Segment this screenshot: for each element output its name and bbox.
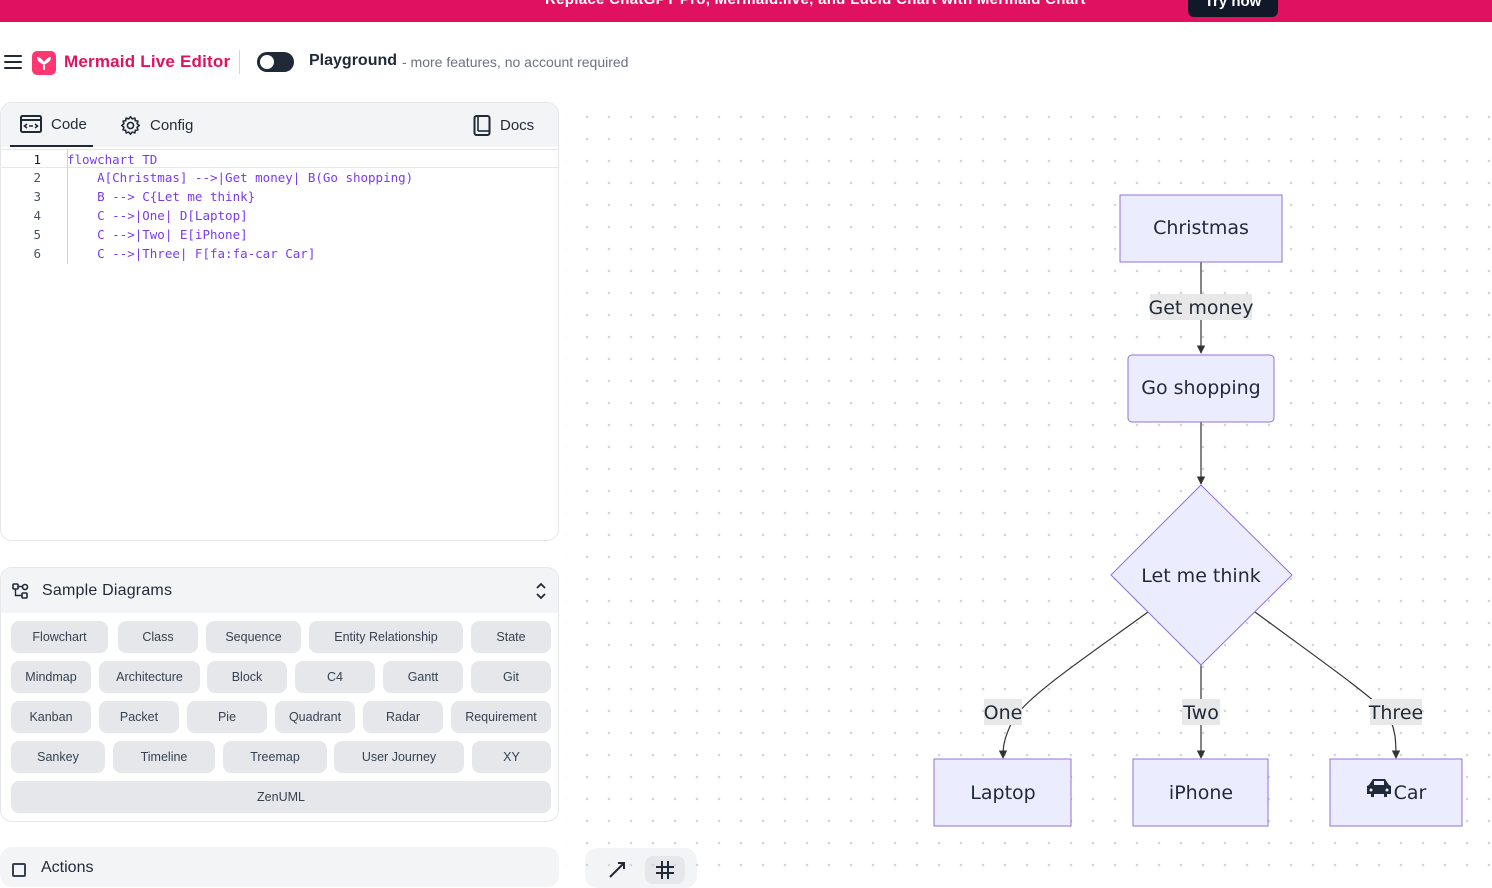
tab-code-label: Code — [51, 115, 87, 133]
toggle-knob — [260, 55, 274, 69]
sample-button-pie[interactable]: Pie — [187, 701, 267, 733]
tab-config[interactable]: Config — [120, 103, 193, 147]
docs-label: Docs — [500, 116, 535, 134]
sample-button-class[interactable]: Class — [118, 621, 198, 653]
sample-button-sequence[interactable]: Sequence — [206, 621, 301, 653]
edge-think-laptop — [998, 611, 1149, 759]
code-text: C -->|One| D[Laptop] — [67, 208, 248, 223]
playground-title: Playground — [309, 52, 398, 69]
actions-icon — [12, 863, 26, 877]
code-line[interactable]: 6 C -->|Three| F[fa:fa-car Car] — [1, 244, 558, 263]
mermaid-logo-icon — [32, 51, 56, 75]
code-text: A[Christmas] -->|Get money| B(Go shoppin… — [67, 170, 414, 185]
sample-button-zenuml[interactable]: ZenUML — [11, 781, 551, 813]
sample-button-entity-relationship[interactable]: Entity Relationship — [309, 621, 463, 653]
sample-button-sankey[interactable]: Sankey — [11, 741, 105, 773]
sample-diagrams-title: Sample Diagrams — [42, 582, 173, 599]
tab-code[interactable]: Code — [10, 103, 93, 147]
line-number: 2 — [33, 170, 41, 185]
line-number: 5 — [33, 227, 41, 242]
editor-panel: Code Config Docs 1 flowchart TD 2 A[Chris… — [0, 102, 559, 541]
line-number: 6 — [33, 246, 41, 261]
code-line[interactable]: 2 A[Christmas] -->|Get money| B(Go shopp… — [1, 168, 558, 187]
node-iphone-label: iPhone — [1169, 782, 1233, 804]
sample-button-requirement[interactable]: Requirement — [451, 701, 551, 733]
code-editor[interactable]: 1 flowchart TD 2 A[Christmas] -->|Get mon… — [1, 147, 558, 540]
code-line[interactable]: 5 C -->|Two| E[iPhone] — [1, 225, 558, 244]
sample-button-architecture[interactable]: Architecture — [99, 661, 200, 693]
actions-title: Actions — [41, 859, 94, 876]
editor-tabs: Code Config Docs — [1, 103, 558, 147]
sample-button-treemap[interactable]: Treemap — [223, 741, 327, 773]
gear-icon — [120, 115, 141, 135]
sample-button-git[interactable]: Git — [471, 661, 551, 693]
code-text: B --> C{Let me think} — [67, 189, 256, 204]
try-now-button[interactable]: Try now — [1188, 0, 1278, 17]
sample-button-c4[interactable]: C4 — [295, 661, 375, 693]
node-laptop-label: Laptop — [970, 782, 1035, 804]
diagram-canvas[interactable]: Christmas Get money Go shopping Let me t… — [566, 102, 1492, 869]
sample-button-radar[interactable]: Radar — [363, 701, 443, 733]
sample-button-xy[interactable]: XY — [472, 741, 551, 773]
code-text: C -->|Two| E[iPhone] — [67, 227, 248, 242]
sample-diagrams-header[interactable]: Sample Diagrams — [1, 568, 558, 613]
edge-think-car — [1254, 611, 1401, 759]
sample-button-timeline[interactable]: Timeline — [113, 741, 215, 773]
promo-banner: Replace ChatGPT Pro, Mermaid.live, and L… — [0, 0, 1492, 22]
app-title[interactable]: Mermaid Live Editor — [64, 52, 230, 72]
banner-text: Replace ChatGPT Pro, Mermaid.live, and L… — [545, 0, 1086, 8]
playground-toggle[interactable] — [257, 52, 294, 72]
line-number: 4 — [33, 208, 41, 223]
code-text: C -->|Three| F[fa:fa-car Car] — [67, 246, 316, 261]
sample-button-kanban[interactable]: Kanban — [11, 701, 91, 733]
book-icon — [473, 114, 491, 136]
header-divider — [239, 50, 240, 74]
top-bar: Mermaid Live Editor Playground - more fe… — [0, 22, 1492, 102]
tab-config-label: Config — [150, 116, 194, 134]
sample-button-user-journey[interactable]: User Journey — [334, 741, 464, 773]
sample-diagrams-panel: Sample Diagrams Flowchart Class Sequence En… — [0, 567, 559, 822]
line-number: 1 — [33, 152, 41, 167]
node-go-shopping-label: Go shopping — [1141, 377, 1260, 399]
menu-icon[interactable] — [4, 55, 22, 69]
code-line[interactable]: 1 flowchart TD — [1, 149, 558, 168]
code-line[interactable]: 4 C -->|One| D[Laptop] — [1, 206, 558, 225]
sample-button-mindmap[interactable]: Mindmap — [11, 661, 91, 693]
sample-button-quadrant[interactable]: Quadrant — [275, 701, 355, 733]
sample-button-block[interactable]: Block — [207, 661, 287, 693]
edge-label-get-money: Get money — [1148, 297, 1253, 319]
sample-button-packet[interactable]: Packet — [99, 701, 179, 733]
node-christmas-label: Christmas — [1153, 217, 1249, 239]
playground-subtitle: - more features, no account required — [402, 54, 629, 70]
edge-label-one: One — [984, 702, 1023, 724]
edge-label-three: Three — [1368, 702, 1423, 724]
docs-link[interactable]: Docs — [473, 103, 534, 147]
code-icon — [20, 115, 42, 133]
code-text: flowchart TD — [67, 152, 158, 167]
sample-button-flowchart[interactable]: Flowchart — [11, 621, 108, 653]
node-car-label: Car — [1394, 782, 1427, 804]
sample-button-gantt[interactable]: Gantt — [383, 661, 463, 693]
edge-label-two: Two — [1182, 702, 1219, 724]
actions-panel[interactable]: Actions — [0, 847, 559, 887]
indent-guide — [67, 149, 68, 264]
code-line[interactable]: 3 B --> C{Let me think} — [1, 187, 558, 206]
sample-button-state[interactable]: State — [471, 621, 551, 653]
collapse-icon[interactable] — [534, 582, 548, 600]
node-let-me-think-label: Let me think — [1141, 565, 1260, 587]
diagram-icon — [12, 583, 29, 599]
flowchart-diagram: Christmas Get money Go shopping Let me t… — [933, 194, 1463, 827]
line-number: 3 — [33, 189, 41, 204]
